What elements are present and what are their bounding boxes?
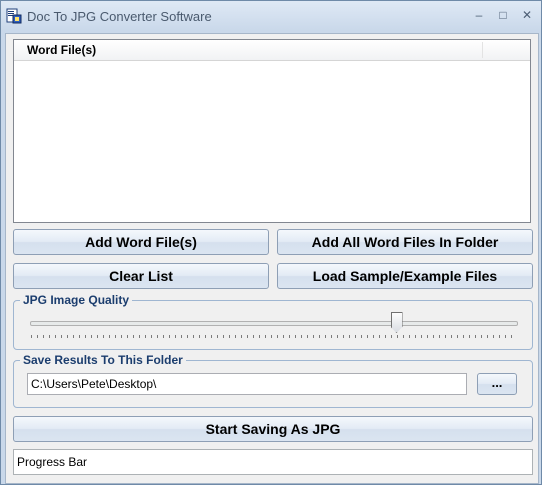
- browse-folder-button[interactable]: ...: [477, 373, 517, 395]
- app-icon: [6, 8, 22, 24]
- window-title: Doc To JPG Converter Software: [27, 9, 212, 24]
- word-files-column-header[interactable]: Word File(s): [27, 43, 96, 57]
- save-folder-group: Save Results To This Folder C:\Users\Pet…: [13, 353, 533, 408]
- clear-list-button[interactable]: Clear List: [13, 263, 269, 289]
- title-bar[interactable]: Doc To JPG Converter Software – □ ✕: [1, 1, 541, 31]
- maximize-icon[interactable]: □: [491, 5, 515, 25]
- save-folder-label: Save Results To This Folder: [20, 353, 186, 367]
- list-header: Word File(s): [14, 40, 530, 61]
- start-saving-button[interactable]: Start Saving As JPG: [13, 416, 533, 442]
- load-sample-button[interactable]: Load Sample/Example Files: [277, 263, 533, 289]
- add-folder-button[interactable]: Add All Word Files In Folder: [277, 229, 533, 255]
- quality-slider-ticks: [31, 335, 517, 338]
- quality-slider-thumb[interactable]: [390, 312, 403, 333]
- app-window: Doc To JPG Converter Software – □ ✕ Word…: [0, 0, 542, 485]
- quality-slider-track[interactable]: [30, 321, 518, 326]
- minimize-icon[interactable]: –: [467, 5, 491, 25]
- jpg-quality-label: JPG Image Quality: [20, 293, 133, 307]
- close-icon[interactable]: ✕: [515, 5, 539, 25]
- output-folder-input[interactable]: C:\Users\Pete\Desktop\: [27, 373, 467, 395]
- client-area: Word File(s) Add Word File(s) Add All Wo…: [5, 33, 539, 484]
- jpg-quality-group: JPG Image Quality: [13, 293, 533, 350]
- progress-bar: Progress Bar: [13, 449, 533, 475]
- word-file-list[interactable]: Word File(s): [13, 39, 531, 223]
- add-word-files-button[interactable]: Add Word File(s): [13, 229, 269, 255]
- column-separator[interactable]: [482, 42, 483, 58]
